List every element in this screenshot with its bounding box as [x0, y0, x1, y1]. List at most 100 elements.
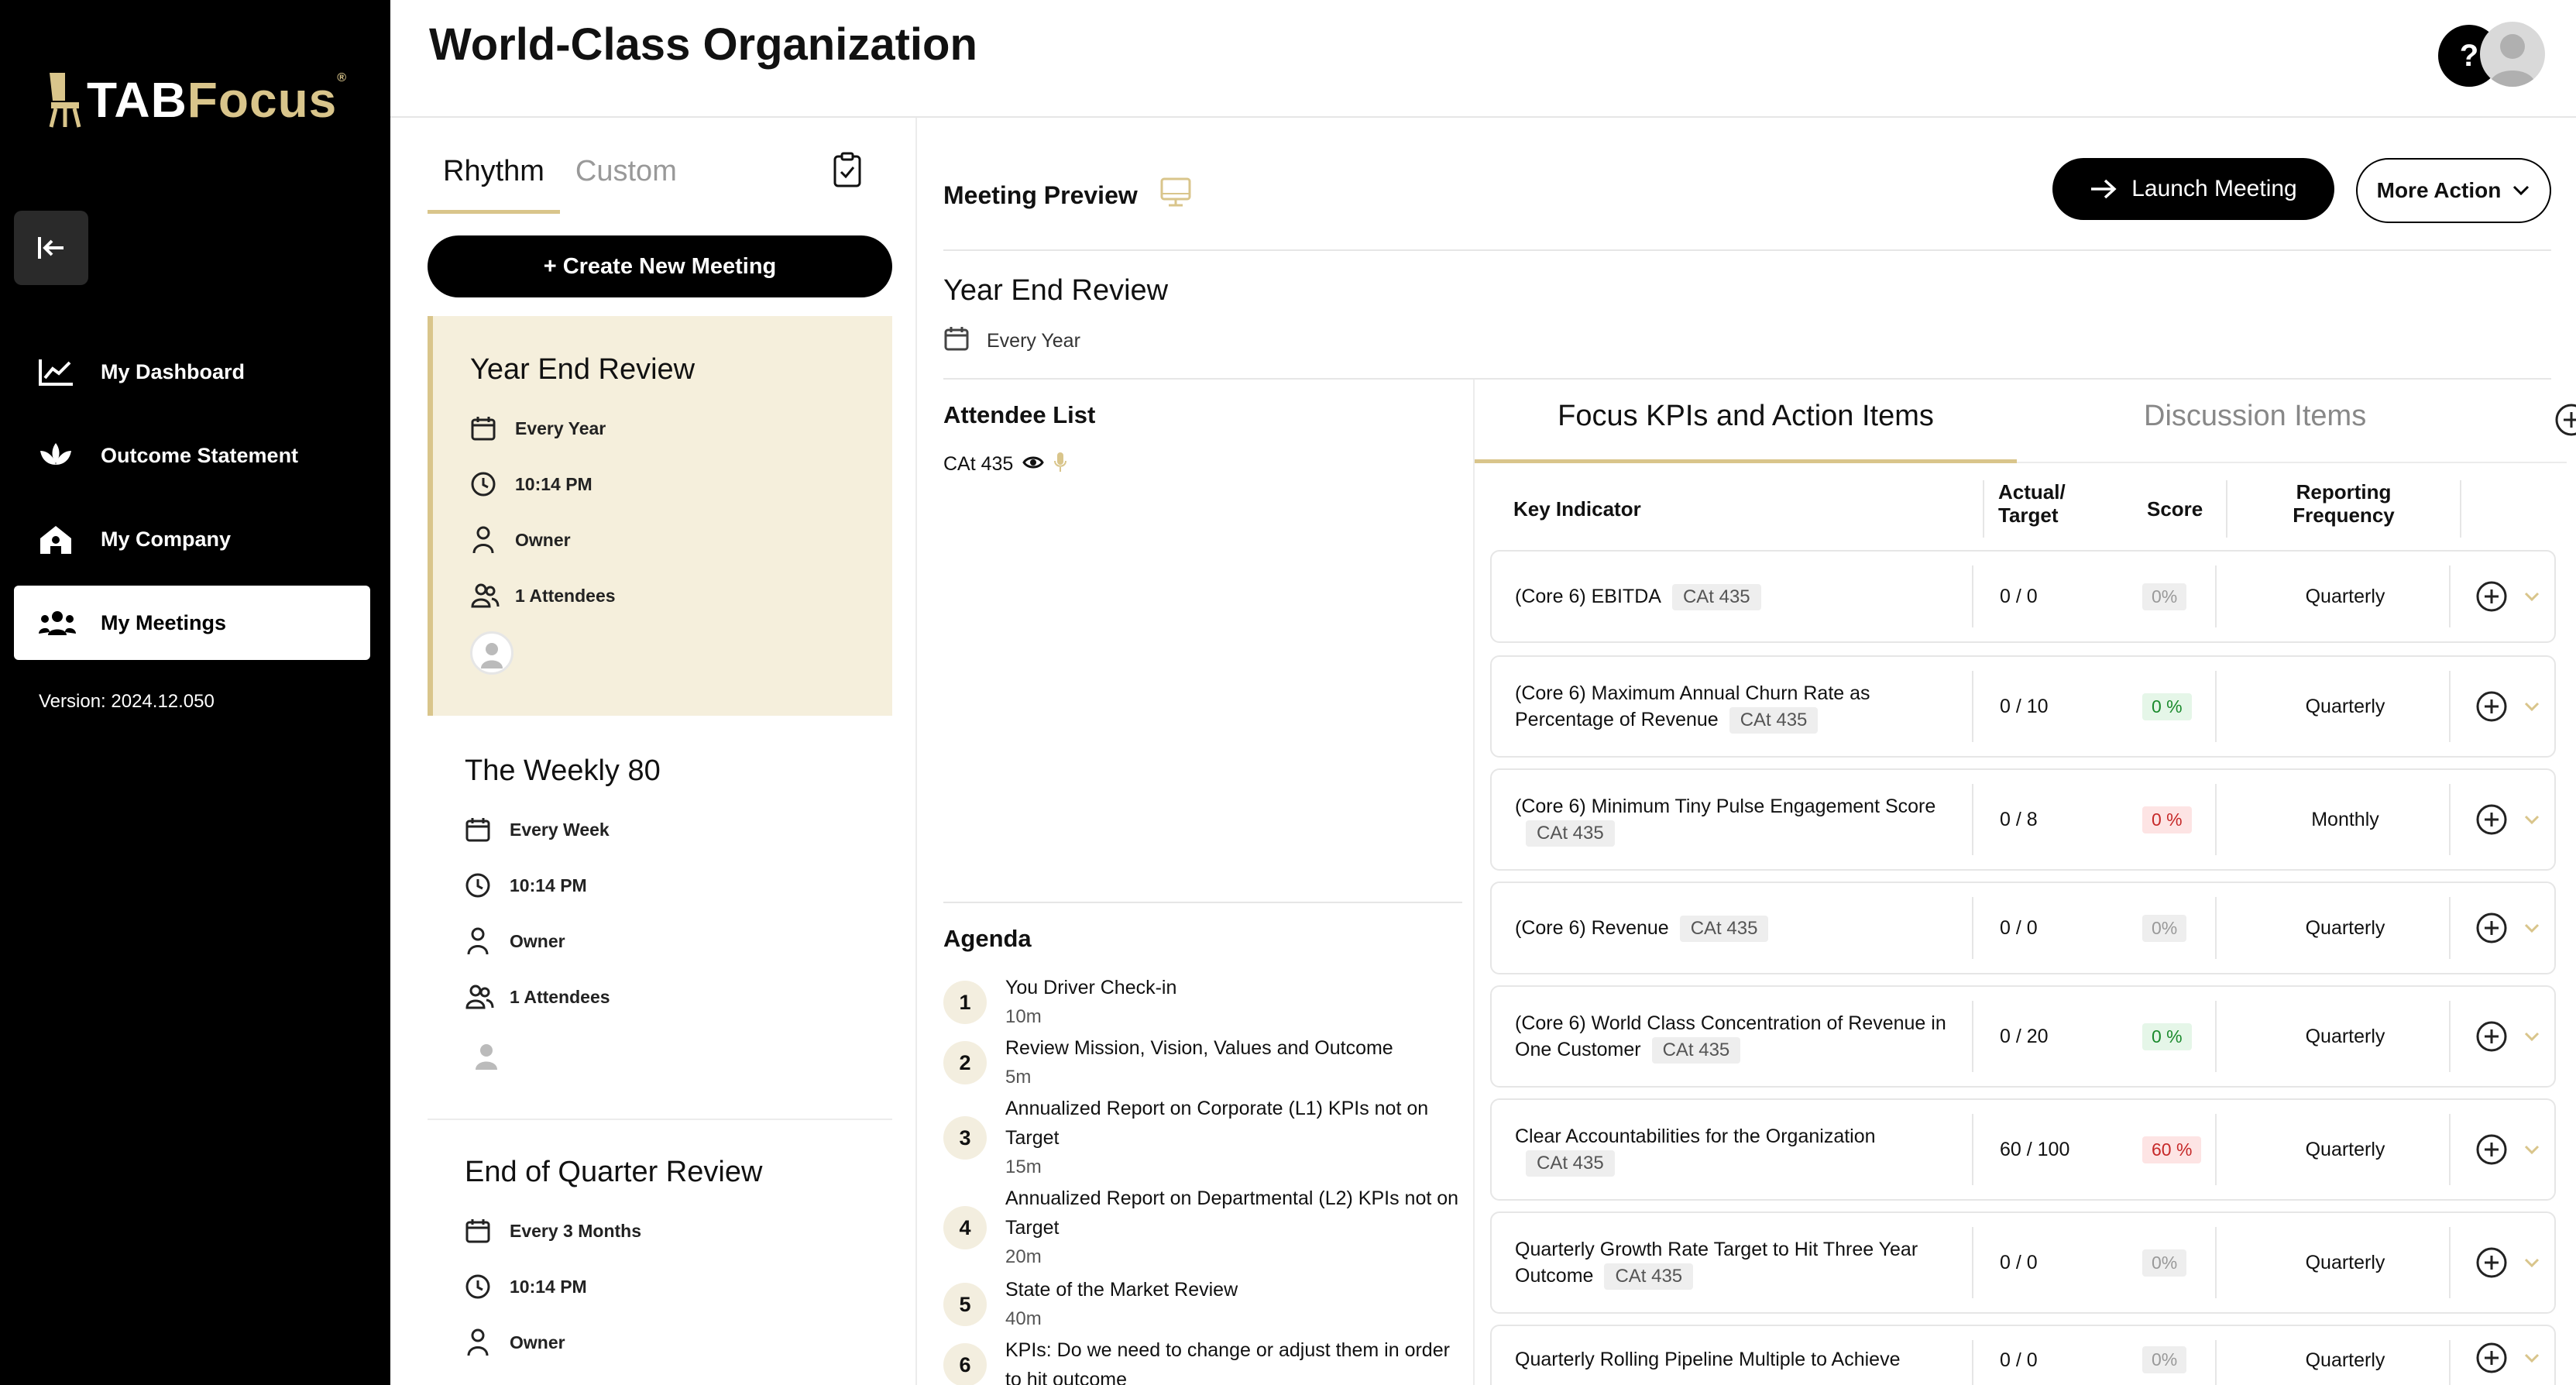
- meeting-frequency: Every Week: [465, 802, 892, 857]
- sidebar-item-my-company[interactable]: My Company: [14, 502, 370, 576]
- expand-row-button[interactable]: [2523, 987, 2540, 1086]
- kpi-row[interactable]: Clear Accountabilities for the Organizat…: [1490, 1098, 2556, 1201]
- chevron-down-icon: [2524, 923, 2540, 933]
- kpi-frequency: Quarterly: [2305, 1349, 2385, 1371]
- chevron-down-icon: [2524, 1032, 2540, 1042]
- meeting-preview-title: Meeting Preview: [943, 177, 1192, 214]
- meeting-preview-title-text: Meeting Preview: [943, 180, 1138, 209]
- row-divider: [1972, 1001, 1973, 1072]
- chevron-down-icon: [2524, 815, 2540, 825]
- row-divider: [2215, 1227, 2217, 1298]
- create-new-meeting-button[interactable]: + Create New Meeting: [428, 235, 892, 297]
- collapse-sidebar-button[interactable]: [14, 211, 88, 285]
- expand-row-button[interactable]: [2523, 1326, 2540, 1385]
- agenda-number: 1: [943, 981, 987, 1024]
- microphone-icon[interactable]: [1053, 451, 1067, 478]
- add-action-item-button[interactable]: [2475, 657, 2508, 756]
- agenda-number: 3: [943, 1116, 987, 1160]
- agenda-text: You Driver Check-in: [1005, 977, 1177, 998]
- more-action-label: More Action: [2376, 178, 2502, 202]
- attendee-avatar[interactable]: [470, 631, 513, 675]
- header-actual-target: Actual/ Target: [1998, 480, 2066, 527]
- tab-focus-kpis[interactable]: Focus KPIs and Action Items: [1475, 400, 2017, 463]
- eye-icon[interactable]: [1022, 453, 1045, 476]
- meeting-card-weekly-80[interactable]: The Weekly 80 Every Week 10:14 PM Owner …: [428, 717, 892, 1105]
- attendee-avatar[interactable]: [465, 1033, 508, 1076]
- meeting-preview-panel: Meeting Preview Launch Meeting More Acti…: [917, 118, 2576, 1385]
- kpi-row[interactable]: (Core 6) World Class Concentration of Re…: [1490, 985, 2556, 1088]
- sidebar-nav: My Dashboard Outcome Statement My Compan…: [14, 335, 370, 669]
- add-action-item-button[interactable]: [2475, 552, 2508, 641]
- expand-row-button[interactable]: [2523, 552, 2540, 641]
- clipboard-check-icon[interactable]: [832, 152, 863, 191]
- kpi-row[interactable]: Quarterly Rolling Pipeline Multiple to A…: [1490, 1325, 2556, 1385]
- kpi-row[interactable]: Quarterly Growth Rate Target to Hit Thre…: [1490, 1211, 2556, 1314]
- sidebar-item-my-meetings[interactable]: My Meetings: [14, 586, 370, 660]
- kpi-table-header: Key Indicator Actual/ Target Score Repor…: [1490, 480, 2567, 538]
- add-action-item-button[interactable]: [2475, 770, 2508, 869]
- logo-focus: Focus: [187, 72, 338, 128]
- add-action-item-button[interactable]: [2475, 1100, 2508, 1199]
- tab-rhythm[interactable]: Rhythm: [428, 155, 560, 214]
- clock-icon: [465, 872, 496, 899]
- kpi-actual-target: 0 / 0: [2000, 1251, 2038, 1273]
- meeting-time-text: 10:14 PM: [510, 1276, 587, 1297]
- agenda-number: 4: [943, 1206, 987, 1249]
- sidebar-item-my-dashboard[interactable]: My Dashboard: [14, 335, 370, 409]
- expand-row-button[interactable]: [2523, 1100, 2540, 1199]
- sidebar-item-label: My Dashboard: [101, 359, 246, 383]
- agenda-duration: 20m: [1005, 1246, 1042, 1267]
- meeting-time: 10:14 PM: [465, 1259, 892, 1315]
- meeting-card-year-end-review[interactable]: Year End Review Every Year 10:14 PM Owne…: [428, 316, 892, 716]
- sidebar: TABFocus® My Dashboard Outcome Statement…: [0, 0, 390, 1385]
- divider: [943, 902, 1462, 903]
- selected-meeting-frequency-text: Every Year: [987, 330, 1080, 352]
- kpi-tabs: Focus KPIs and Action Items Discussion I…: [1475, 380, 2576, 463]
- person-icon: [465, 926, 496, 956]
- tab-discussion-items[interactable]: Discussion Items: [2144, 400, 2366, 433]
- meeting-time-text: 10:14 PM: [510, 875, 587, 895]
- row-divider: [1972, 1227, 1973, 1298]
- expand-row-button[interactable]: [2523, 1213, 2540, 1312]
- meeting-tabs: Rhythm Custom: [428, 155, 692, 214]
- tabfocus-logo[interactable]: TABFocus®: [43, 70, 347, 130]
- add-action-item-button[interactable]: [2475, 883, 2508, 973]
- kpi-score: 60 %: [2142, 1136, 2202, 1163]
- user-avatar[interactable]: [2480, 22, 2545, 87]
- chart-line-icon: [37, 350, 81, 394]
- launch-meeting-label: Launch Meeting: [2131, 176, 2297, 201]
- add-action-item-button[interactable]: [2475, 1213, 2508, 1312]
- calendar-icon: [943, 325, 970, 357]
- monitor-icon[interactable]: [1159, 177, 1192, 214]
- expand-row-button[interactable]: [2523, 770, 2540, 869]
- chevron-down-icon: [2524, 1258, 2540, 1268]
- expand-row-button[interactable]: [2523, 657, 2540, 756]
- header-score: Score: [2147, 497, 2203, 521]
- agenda-duration: 15m: [1005, 1156, 1042, 1177]
- top-header: World-Class Organization ?: [390, 0, 2576, 118]
- agenda-text: State of the Market Review: [1005, 1279, 1238, 1301]
- sidebar-item-outcome-statement[interactable]: Outcome Statement: [14, 418, 370, 493]
- kpi-score: 0 %: [2142, 1022, 2192, 1050]
- kpi-score: 0%: [2142, 914, 2187, 942]
- add-action-item-button[interactable]: [2475, 987, 2508, 1086]
- meeting-attendees: 1 Attendees: [465, 969, 892, 1025]
- add-discussion-item-button[interactable]: [2554, 403, 2576, 441]
- kpi-actual-target: 0 / 0: [2000, 916, 2038, 939]
- kpi-row[interactable]: (Core 6) Minimum Tiny Pulse Engagement S…: [1490, 768, 2556, 871]
- meeting-owner: Owner: [465, 1315, 892, 1370]
- calendar-icon: [470, 415, 501, 442]
- kpi-row[interactable]: (Core 6) EBITDA CAt 435 0 / 0 0% Quarterl…: [1490, 550, 2556, 643]
- expand-row-button[interactable]: [2523, 883, 2540, 973]
- add-action-item-button[interactable]: [2475, 1326, 2508, 1385]
- kpi-row[interactable]: (Core 6) Maximum Annual Churn Rate as Pe…: [1490, 655, 2556, 758]
- kpi-row[interactable]: (Core 6) Revenue CAt 435 0 / 0 0% Quarter…: [1490, 882, 2556, 974]
- row-divider: [2215, 784, 2217, 855]
- kpi-frequency: Quarterly: [2305, 1138, 2385, 1160]
- launch-meeting-button[interactable]: Launch Meeting: [2052, 158, 2334, 220]
- meeting-card-end-of-quarter-review[interactable]: End of Quarter Review Every 3 Months 10:…: [428, 1119, 892, 1385]
- more-action-button[interactable]: More Action: [2356, 158, 2551, 223]
- kpi-score: 0 %: [2142, 806, 2192, 833]
- tab-custom[interactable]: Custom: [560, 155, 692, 214]
- meeting-frequency-text: Every 3 Months: [510, 1220, 641, 1241]
